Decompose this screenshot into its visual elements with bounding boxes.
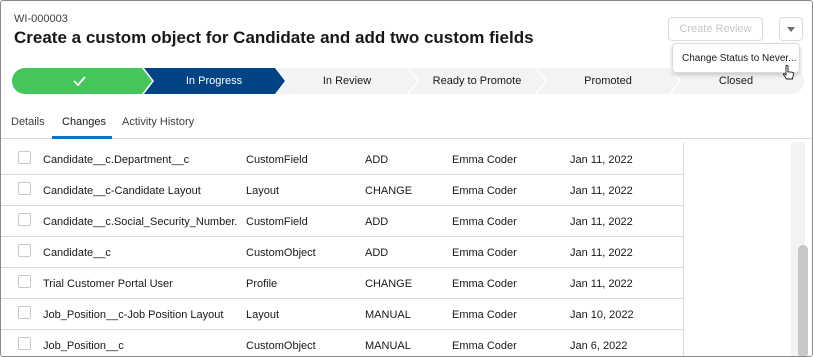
row-checkbox[interactable]: [18, 306, 31, 319]
component-name: Trial Customer Portal User: [43, 277, 173, 290]
actions-menu-button[interactable]: [779, 17, 803, 41]
component-type: CustomField: [246, 153, 308, 166]
component-type: Profile: [246, 277, 278, 290]
change-date: Jan 6, 2022: [570, 339, 628, 352]
change-date: Jan 11, 2022: [570, 215, 633, 228]
menu-item-change-status[interactable]: Change Status to Never...: [682, 53, 797, 64]
change-action: CHANGE: [365, 184, 413, 197]
work-item-window: WI-000003 Create a custom object for Can…: [0, 0, 813, 357]
table-row[interactable]: Job_Position__c CustomObject MANUAL Emma…: [1, 330, 684, 356]
component-name: Candidate__c: [43, 246, 111, 259]
change-date: Jan 11, 2022: [570, 277, 633, 290]
component-type: Layout: [246, 184, 280, 197]
changes-table: Candidate__c.Department__c CustomField A…: [1, 142, 812, 356]
component-name: Candidate__c-Candidate Layout: [43, 184, 201, 197]
path-label-ready-to-promote: Ready to Promote: [432, 75, 522, 87]
page-title: Create a custom object for Candidate and…: [14, 28, 534, 47]
table-row[interactable]: Candidate__c.Department__c CustomField A…: [1, 144, 684, 175]
change-date: Jan 11, 2022: [570, 153, 633, 166]
component-name: Job_Position__c-Job Position Layout: [43, 308, 224, 321]
table-row[interactable]: Candidate__c CustomObject ADD Emma Coder…: [1, 237, 684, 268]
component-type: CustomObject: [246, 246, 316, 259]
tab-activity-history[interactable]: Activity History: [122, 116, 194, 128]
actions-dropdown: Change Status to Never...: [672, 43, 800, 73]
change-date: Jan 10, 2022: [570, 308, 634, 321]
change-action: CHANGE: [365, 277, 413, 290]
record-id: WI-000003: [14, 13, 68, 25]
table-row[interactable]: Candidate__c.Social_Security_Number... C…: [1, 206, 684, 237]
change-user: Emma Coder: [452, 277, 517, 290]
record-tabs: Details Changes Activity History: [1, 109, 812, 139]
path-label-promoted: Promoted: [584, 75, 632, 87]
table-row[interactable]: Job_Position__c-Job Position Layout Layo…: [1, 299, 684, 330]
row-checkbox[interactable]: [18, 275, 31, 288]
component-name: Job_Position__c: [43, 339, 124, 352]
component-name: Candidate__c.Department__c: [43, 153, 190, 166]
change-user: Emma Coder: [452, 153, 517, 166]
tab-changes[interactable]: Changes: [62, 116, 106, 128]
path-label-in-progress: In Progress: [185, 75, 243, 87]
change-date: Jan 11, 2022: [570, 246, 633, 259]
row-checkbox[interactable]: [18, 182, 31, 195]
table-border: [683, 142, 684, 356]
change-action: ADD: [365, 246, 389, 259]
row-checkbox[interactable]: [18, 337, 31, 350]
change-action: MANUAL: [365, 339, 411, 352]
change-action: ADD: [365, 215, 389, 228]
table-row[interactable]: Trial Customer Portal User Profile CHANG…: [1, 268, 684, 299]
chevron-down-icon: [787, 26, 795, 32]
active-tab-indicator: [52, 136, 112, 139]
change-date: Jan 11, 2022: [570, 184, 633, 197]
change-user: Emma Coder: [452, 246, 517, 259]
component-type: CustomObject: [246, 339, 316, 352]
hand-pointer-icon: [783, 65, 794, 80]
table-row[interactable]: Candidate__c-Candidate Layout Layout CHA…: [1, 175, 684, 206]
create-review-button[interactable]: Create Review: [668, 17, 763, 41]
component-type: Layout: [246, 308, 280, 321]
row-checkbox[interactable]: [18, 213, 31, 226]
component-type: CustomField: [246, 215, 308, 228]
row-checkbox[interactable]: [18, 244, 31, 257]
change-user: Emma Coder: [452, 184, 517, 197]
path-label-in-review: In Review: [322, 75, 372, 87]
row-checkbox[interactable]: [18, 151, 31, 164]
scrollbar-thumb[interactable]: [798, 245, 808, 356]
change-user: Emma Coder: [452, 339, 517, 352]
change-user: Emma Coder: [452, 215, 517, 228]
component-name: Candidate__c.Social_Security_Number...: [43, 215, 238, 228]
change-user: Emma Coder: [452, 308, 517, 321]
change-action: MANUAL: [365, 308, 411, 321]
change-action: ADD: [365, 153, 389, 166]
tab-details[interactable]: Details: [11, 116, 45, 128]
